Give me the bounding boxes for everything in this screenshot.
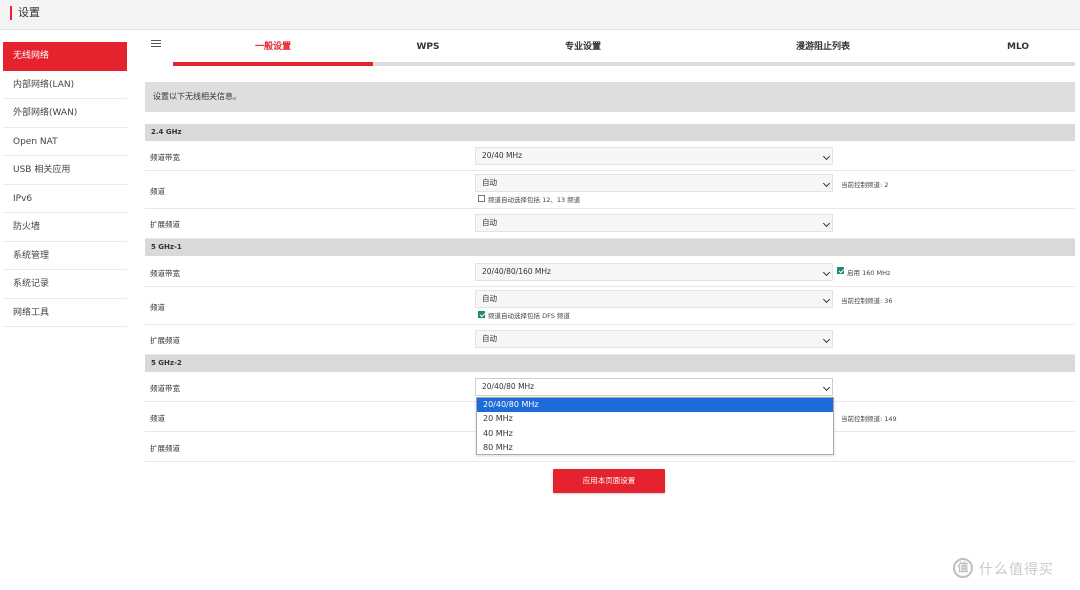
chevron-down-icon — [822, 383, 831, 392]
title-accent-bar — [10, 6, 12, 20]
top-bar: 设置 — [0, 0, 1080, 30]
watermark-logo-icon: 值 — [953, 558, 973, 578]
sidebar-item-administration[interactable]: 系统管理 — [3, 241, 127, 270]
page-title: 设置 — [18, 6, 40, 19]
dropdown-option[interactable]: 20 MHz — [477, 412, 833, 426]
watermark: 值 什么值得买 — [953, 557, 1073, 579]
checkbox-5g1-enable-160-label: 启用 160 MHz — [847, 269, 891, 277]
chevron-down-icon — [822, 295, 831, 304]
label-5g1-bandwidth: 频道带宽 — [150, 269, 180, 278]
select-5g2-bandwidth-value: 20/40/80 MHz — [482, 382, 535, 391]
sidebar-item-firewall[interactable]: 防火墙 — [3, 213, 127, 242]
select-2g-ext-channel[interactable]: 自动 — [475, 214, 833, 232]
info-bar: 设置以下无线相关信息。 — [145, 82, 1075, 112]
select-2g-channel[interactable]: 自动 — [475, 174, 833, 192]
select-2g-channel-value: 自动 — [482, 178, 497, 187]
dropdown-option[interactable]: 20/40/80 MHz — [477, 398, 833, 413]
section-header-2g: 2.4 GHz — [145, 124, 1075, 141]
chevron-down-icon — [822, 219, 831, 228]
section-header-5g-1: 5 GHz-1 — [145, 239, 1075, 256]
sidebar-item-usb-apps[interactable]: USB 相关应用 — [3, 156, 127, 185]
tab-wps[interactable]: WPS — [383, 34, 473, 62]
chevron-down-icon — [822, 335, 831, 344]
checkbox-5g1-include-dfs[interactable] — [478, 311, 485, 318]
checkbox-2g-include-12-13[interactable] — [478, 195, 485, 202]
sidebar-item-system-log[interactable]: 系统记录 — [3, 270, 127, 299]
list-icon[interactable] — [151, 40, 161, 48]
sidebar-item-open-nat[interactable]: Open NAT — [3, 127, 127, 156]
tab-general[interactable]: 一般设置 — [173, 34, 373, 62]
select-5g1-channel[interactable]: 自动 — [475, 290, 833, 308]
tab-bar: 一般设置 WPS 专业设置 漫游阻止列表 MLO — [173, 34, 1075, 68]
tab-active-indicator — [173, 62, 373, 66]
select-5g1-bandwidth-value: 20/40/80/160 MHz — [482, 267, 551, 276]
select-2g-bandwidth-value: 20/40 MHz — [482, 151, 523, 160]
tab-mlo[interactable]: MLO — [973, 34, 1063, 62]
apply-settings-button[interactable]: 应用本页面设置 — [553, 469, 665, 493]
dropdown-option[interactable]: 80 MHz — [477, 441, 833, 455]
chevron-down-icon — [822, 152, 831, 161]
label-5g1-ext-channel: 扩展频道 — [150, 336, 180, 345]
checkbox-2g-include-12-13-label: 频道自动选择包括 12、13 频道 — [488, 196, 581, 204]
sidebar-item-wan[interactable]: 外部网络(WAN) — [3, 99, 127, 128]
sidebar: 无线网络 内部网络(LAN) 外部网络(WAN) Open NAT USB 相关… — [3, 42, 127, 327]
label-5g2-channel: 频道 — [150, 414, 165, 423]
dropdown-option[interactable]: 40 MHz — [477, 427, 833, 441]
label-2g-channel: 频道 — [150, 187, 165, 196]
select-2g-ext-channel-value: 自动 — [482, 218, 497, 227]
sidebar-item-ipv6[interactable]: IPv6 — [3, 184, 127, 213]
watermark-text: 什么值得买 — [979, 562, 1054, 578]
sidebar-item-network-tools[interactable]: 网络工具 — [3, 298, 127, 327]
tab-professional[interactable]: 专业设置 — [533, 34, 633, 62]
chevron-down-icon — [822, 179, 831, 188]
sidebar-item-wireless[interactable]: 无线网络 — [3, 42, 127, 71]
select-5g1-ext-channel-value: 自动 — [482, 334, 497, 343]
sidebar-item-lan[interactable]: 内部网络(LAN) — [3, 70, 127, 99]
label-5g2-bandwidth: 频道带宽 — [150, 384, 180, 393]
section-header-5g-2: 5 GHz-2 — [145, 355, 1075, 372]
note-5g1-control-channel: 当前控制频道: 36 — [841, 297, 893, 305]
select-5g1-channel-value: 自动 — [482, 294, 497, 303]
tab-underline — [173, 62, 1075, 66]
tab-roaming-block-list[interactable]: 漫游阻止列表 — [763, 34, 883, 62]
select-5g1-bandwidth[interactable]: 20/40/80/160 MHz — [475, 263, 833, 281]
label-5g2-ext-channel: 扩展频道 — [150, 444, 180, 453]
label-5g1-channel: 频道 — [150, 303, 165, 312]
label-2g-ext-channel: 扩展频道 — [150, 220, 180, 229]
label-2g-bandwidth: 频道带宽 — [150, 153, 180, 162]
select-5g1-ext-channel[interactable]: 自动 — [475, 330, 833, 348]
note-2g-control-channel: 当前控制频道: 2 — [841, 181, 889, 189]
checkbox-5g1-enable-160[interactable] — [837, 267, 844, 274]
chevron-down-icon — [822, 268, 831, 277]
select-2g-bandwidth[interactable]: 20/40 MHz — [475, 147, 833, 165]
bandwidth-dropdown-list: 20/40/80 MHz 20 MHz 40 MHz 80 MHz — [476, 397, 834, 455]
select-5g2-bandwidth[interactable]: 20/40/80 MHz — [475, 378, 833, 396]
note-5g2-control-channel: 当前控制频道: 149 — [841, 415, 897, 423]
checkbox-5g1-include-dfs-label: 频道自动选择包括 DFS 频道 — [488, 312, 570, 320]
